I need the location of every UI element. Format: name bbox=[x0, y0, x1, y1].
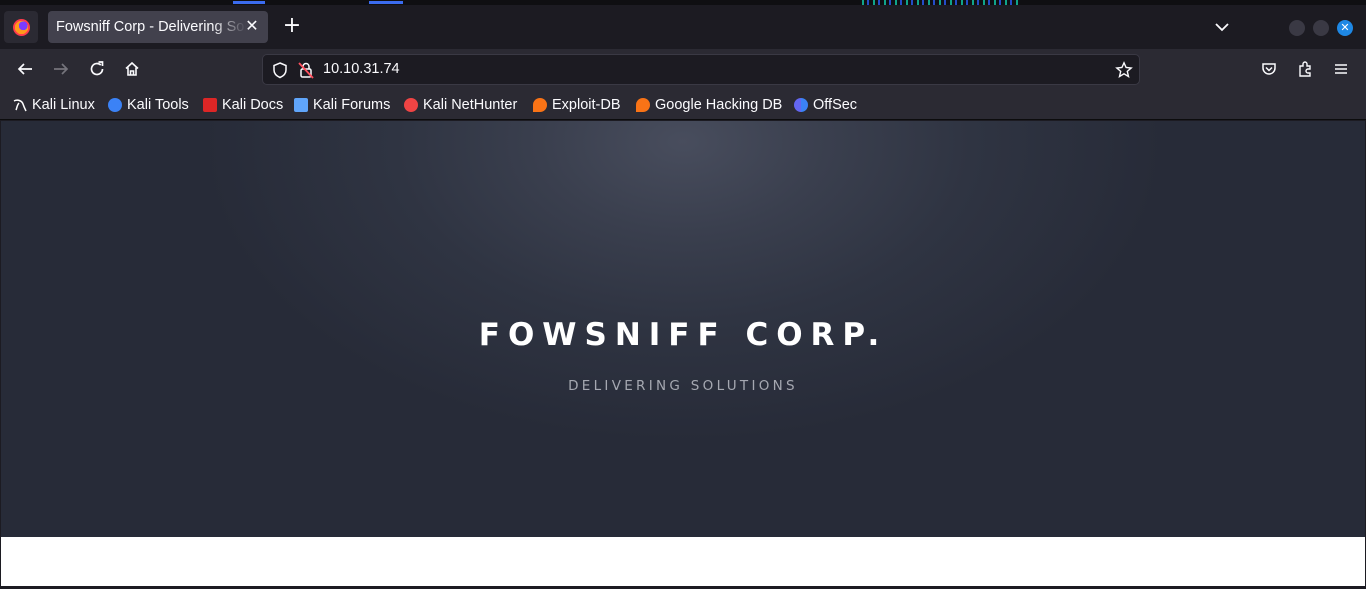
insecure-lock-icon[interactable] bbox=[296, 60, 316, 80]
bookmark-label: Google Hacking DB bbox=[655, 97, 783, 113]
bookmark-label: Kali Tools bbox=[127, 97, 189, 113]
bookmark-kali-tools[interactable]: Kali Tools bbox=[108, 96, 189, 114]
workspace-indicator bbox=[233, 1, 265, 4]
workspace-indicator bbox=[369, 1, 403, 4]
back-arrow-icon[interactable] bbox=[15, 59, 35, 79]
offsec-icon bbox=[794, 98, 808, 112]
bookmark-label: Exploit-DB bbox=[552, 97, 621, 113]
nethunter-icon bbox=[404, 98, 418, 112]
minimize-button[interactable] bbox=[1289, 20, 1305, 36]
bookmark-kali-linux[interactable]: Kali Linux bbox=[13, 96, 95, 114]
plus-icon[interactable]: + bbox=[280, 15, 304, 39]
tab-title: Fowsniff Corp - Delivering Solutions bbox=[56, 19, 246, 35]
home-icon[interactable] bbox=[122, 59, 142, 79]
bookmark-label: Kali Docs bbox=[222, 97, 284, 113]
address-bar[interactable]: 10.10.31.74 bbox=[262, 54, 1140, 85]
star-icon[interactable] bbox=[1114, 60, 1134, 80]
navigation-bar: 10.10.31.74 bbox=[0, 49, 1366, 90]
firefox-view-button[interactable] bbox=[4, 11, 38, 43]
url-text[interactable]: 10.10.31.74 bbox=[323, 61, 400, 77]
close-icon[interactable]: ✕ bbox=[244, 18, 260, 34]
bookmark-kali-docs[interactable]: Kali Docs bbox=[203, 96, 283, 114]
reload-icon[interactable] bbox=[87, 59, 107, 79]
bookmark-label: Kali Forums bbox=[313, 97, 391, 113]
bookmark-offsec[interactable]: OffSec bbox=[794, 96, 857, 114]
bookmark-label: Kali Linux bbox=[32, 97, 95, 113]
bookmarks-toolbar: Kali Linux Kali Tools Kali Docs Kali For… bbox=[0, 90, 1366, 120]
active-tab[interactable]: Fowsniff Corp - Delivering Solutions ✕ bbox=[48, 11, 268, 43]
window-close-button[interactable]: ✕ bbox=[1337, 20, 1353, 36]
ghdb-icon bbox=[636, 98, 650, 112]
firefox-icon bbox=[12, 18, 30, 36]
bookmark-kali-nethunter[interactable]: Kali NetHunter bbox=[404, 96, 517, 114]
tab-bar: Fowsniff Corp - Delivering Solutions ✕ +… bbox=[0, 5, 1366, 49]
bookmark-kali-forums[interactable]: Kali Forums bbox=[294, 96, 390, 114]
bookmark-google-hacking-db[interactable]: Google Hacking DB bbox=[636, 96, 782, 114]
hero-subtitle: DELIVERING SOLUTIONS bbox=[568, 378, 798, 394]
maximize-button[interactable] bbox=[1313, 20, 1329, 36]
kali-dragon-icon bbox=[13, 98, 27, 112]
pocket-icon[interactable] bbox=[1259, 59, 1279, 79]
hero-banner: FOWSNIFF CORP. DELIVERING SOLUTIONS bbox=[1, 121, 1365, 537]
menu-icon[interactable] bbox=[1331, 59, 1351, 79]
forward-arrow-icon[interactable] bbox=[51, 59, 71, 79]
kali-tools-icon bbox=[108, 98, 122, 112]
bookmark-label: OffSec bbox=[813, 97, 858, 113]
chevron-down-icon[interactable] bbox=[1211, 17, 1233, 37]
window-border bbox=[0, 121, 1, 589]
extensions-icon[interactable] bbox=[1295, 59, 1315, 79]
hero-title: FOWSNIFF CORP. bbox=[478, 317, 888, 353]
shield-icon[interactable] bbox=[270, 60, 290, 80]
bookmark-label: Kali NetHunter bbox=[423, 97, 518, 113]
page-content: FOWSNIFF CORP. DELIVERING SOLUTIONS bbox=[0, 121, 1366, 589]
kali-docs-icon bbox=[203, 98, 217, 112]
bookmark-exploit-db[interactable]: Exploit-DB bbox=[533, 96, 621, 114]
kali-forums-icon bbox=[294, 98, 308, 112]
exploit-db-icon bbox=[533, 98, 547, 112]
